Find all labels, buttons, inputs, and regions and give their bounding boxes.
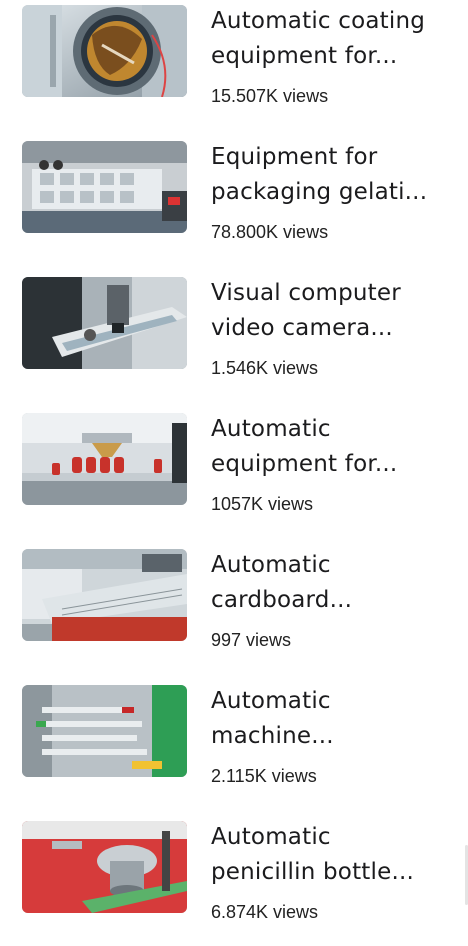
video-item[interactable]: Automatic equipment for... 1057K views — [0, 408, 468, 538]
video-title-line: Equipment for — [211, 144, 378, 170]
video-title[interactable]: Visual computer video camera... — [211, 276, 456, 346]
video-item[interactable]: Automatic penicillin bottle... 6.874K vi… — [0, 816, 468, 946]
video-title-line: packaging gelati... — [211, 179, 428, 205]
video-title-line: Automatic coating — [211, 8, 426, 34]
video-item[interactable]: Visual computer video camera... 1.546K v… — [0, 272, 468, 402]
bottle-filling-thumbnail — [22, 413, 187, 505]
video-title-line: video camera... — [211, 315, 393, 341]
video-title[interactable]: Automatic machine... — [211, 684, 456, 754]
syringe-assembly-thumbnail — [22, 685, 187, 777]
blister-packaging-thumbnail — [22, 141, 187, 233]
cartoning-machine-thumbnail — [22, 549, 187, 641]
video-title[interactable]: Automatic penicillin bottle... — [211, 820, 456, 890]
video-thumbnail[interactable] — [22, 277, 187, 369]
video-title-line: equipment for... — [211, 451, 398, 477]
vision-inspection-thumbnail — [22, 277, 187, 369]
video-title[interactable]: Automatic coating equipment for... — [211, 4, 456, 74]
video-thumbnail[interactable] — [22, 413, 187, 505]
view-count: 78.800K views — [211, 222, 329, 242]
video-title-line: machine... — [211, 723, 334, 749]
video-title-line: penicillin bottle... — [211, 859, 414, 885]
coating-machine-thumbnail — [22, 5, 187, 97]
view-count: 1.546K views — [211, 358, 319, 378]
video-title[interactable]: Equipment for packaging gelati... — [211, 140, 456, 210]
video-thumbnail[interactable] — [22, 821, 187, 913]
video-thumbnail[interactable] — [22, 549, 187, 641]
video-title-line: cardboard... — [211, 587, 353, 613]
video-item[interactable]: Automatic coating equipment for... 15.50… — [0, 0, 468, 130]
video-title-line: Automatic — [211, 552, 331, 578]
video-thumbnail[interactable] — [22, 685, 187, 777]
view-count: 997 views — [211, 630, 292, 650]
view-count: 15.507K views — [211, 86, 329, 106]
penicillin-bottle-thumbnail — [22, 821, 187, 913]
view-count: 2.115K views — [211, 766, 317, 786]
video-item[interactable]: Automatic machine... 2.115K views — [0, 680, 468, 810]
video-title-line: Automatic — [211, 416, 331, 442]
video-thumbnail[interactable] — [22, 5, 187, 97]
video-title-line: Automatic — [211, 688, 331, 714]
video-title-line: Visual computer — [211, 280, 401, 306]
view-count: 1057K views — [211, 494, 314, 514]
video-title[interactable]: Automatic cardboard... — [211, 548, 456, 618]
view-count: 6.874K views — [211, 902, 319, 922]
video-title-line: equipment for... — [211, 43, 398, 69]
video-thumbnail[interactable] — [22, 141, 187, 233]
video-title-line: Automatic — [211, 824, 331, 850]
video-title[interactable]: Automatic equipment for... — [211, 412, 456, 482]
video-item[interactable]: Equipment for packaging gelati... 78.800… — [0, 136, 468, 266]
video-item[interactable]: Automatic cardboard... 997 views — [0, 544, 468, 674]
